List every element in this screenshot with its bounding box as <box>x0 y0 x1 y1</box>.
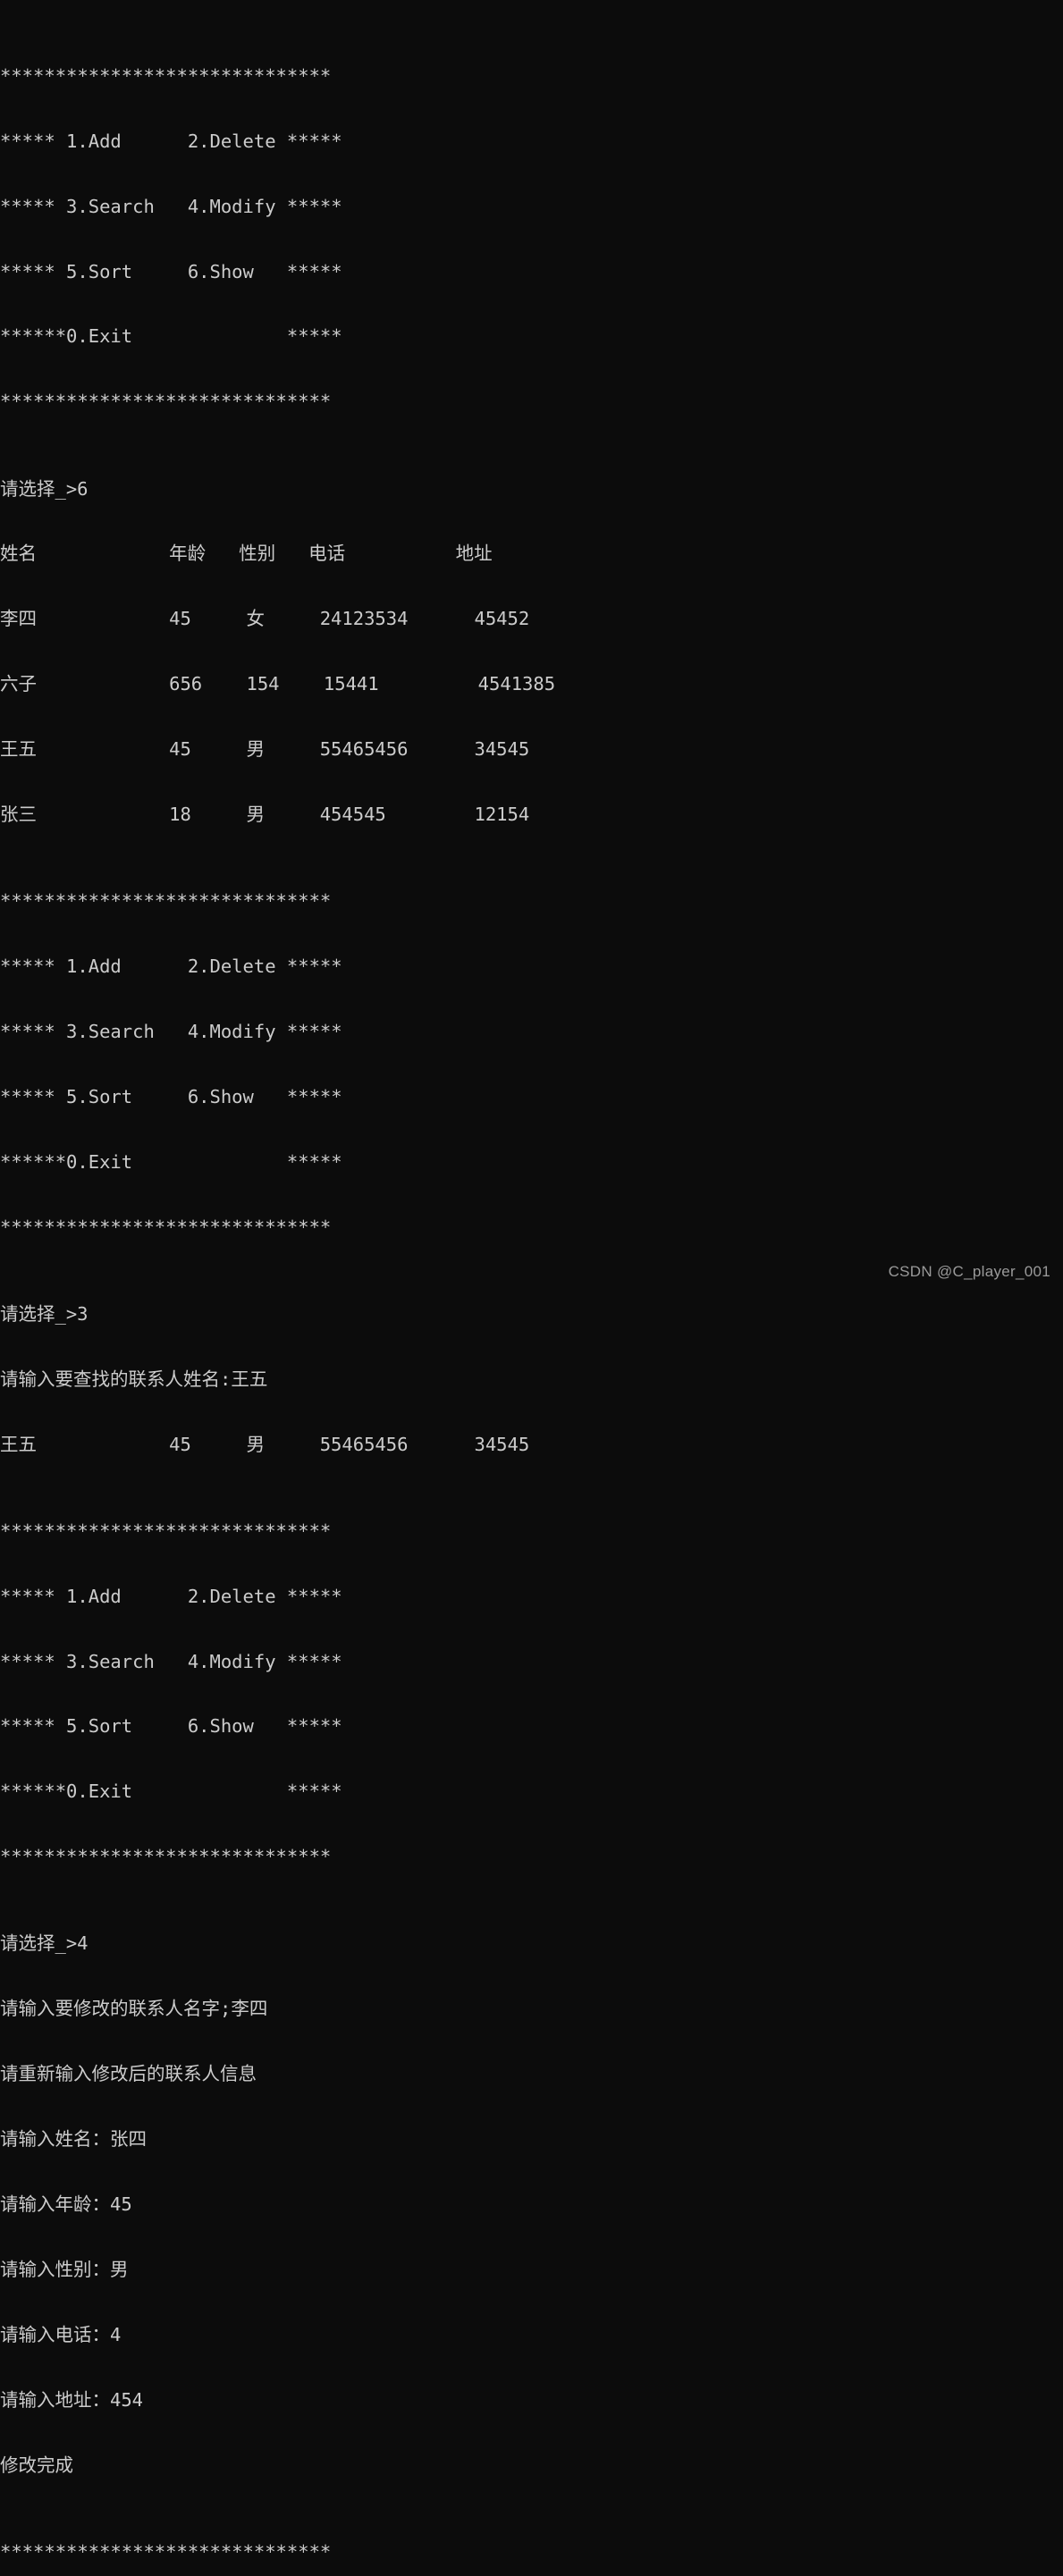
table-row: 李四 45 女 24123534 45452 <box>0 608 530 630</box>
menu-border-bottom-3: ****************************** <box>0 1846 332 1868</box>
menu-row-search-modify-1[interactable]: ***** 3.Search 4.Modify ***** <box>0 196 1063 217</box>
menu-row-sort-show-3[interactable]: ***** 5.Sort 6.Show ***** <box>0 1715 1063 1737</box>
input-tel-line[interactable]: 请输入电话：4 <box>0 2324 1063 2345</box>
prompt-choose-6-first[interactable]: 请选择_>6 <box>0 478 1063 500</box>
menu-row-sort-show-1[interactable]: ***** 5.Sort 6.Show ***** <box>0 261 1063 282</box>
menu-row-sort-show-2[interactable]: ***** 5.Sort 6.Show ***** <box>0 1086 1063 1107</box>
menu-border-top-2: ****************************** <box>0 890 332 913</box>
table-header-before: 姓名 年龄 性别 电话 地址 <box>0 543 493 565</box>
table-row: 王五 45 男 55465456 34545 <box>0 738 530 761</box>
menu-row-add-delete-2[interactable]: ***** 1.Add 2.Delete ***** <box>0 955 1063 977</box>
menu-row-exit-2[interactable]: ******0.Exit ***** <box>0 1151 1063 1173</box>
search-result-row: 王五 45 男 55465456 34545 <box>0 1433 530 1455</box>
menu-row-add-delete-3[interactable]: ***** 1.Add 2.Delete ***** <box>0 1586 1063 1607</box>
menu-border-top-1: ****************************** <box>0 64 332 87</box>
menu-row-search-modify-3[interactable]: ***** 3.Search 4.Modify ***** <box>0 1651 1063 1672</box>
input-addr-line[interactable]: 请输入地址：454 <box>0 2389 1063 2411</box>
menu-row-exit-1[interactable]: ******0.Exit ***** <box>0 325 1063 347</box>
input-name-line[interactable]: 请输入姓名：张四 <box>0 2128 1063 2150</box>
menu-border-bottom-2: ****************************** <box>0 1216 332 1238</box>
menu-row-exit-3[interactable]: ******0.Exit ***** <box>0 1780 1063 1802</box>
input-sex-line[interactable]: 请输入性别：男 <box>0 2259 1063 2280</box>
console-window: ****************************** ***** 1.A… <box>0 0 1063 2563</box>
modify-done-message: 修改完成 <box>0 2454 73 2476</box>
prompt-choose-3[interactable]: 请选择_>3 <box>0 1303 1063 1325</box>
table-row: 六子 656 154 15441 4541385 <box>0 673 556 695</box>
menu-border-top-4: ****************************** <box>0 2540 332 2563</box>
menu-border-top-3: ****************************** <box>0 1520 332 1542</box>
menu-row-search-modify-2[interactable]: ***** 3.Search 4.Modify ***** <box>0 1021 1063 1042</box>
prompt-modify-name[interactable]: 请输入要修改的联系人名字;李四 <box>0 1998 1063 2019</box>
table-row: 张三 18 男 454545 12154 <box>0 803 530 825</box>
input-age-line[interactable]: 请输入年龄：45 <box>0 2193 1063 2215</box>
prompt-choose-4[interactable]: 请选择_>4 <box>0 1932 1063 1954</box>
csdn-watermark: CSDN @C_player_001 <box>888 1263 1050 1280</box>
menu-border-bottom-1: ****************************** <box>0 391 332 413</box>
menu-row-add-delete-1[interactable]: ***** 1.Add 2.Delete ***** <box>0 130 1063 152</box>
prompt-search-name[interactable]: 请输入要查找的联系人姓名:王五 <box>0 1368 1063 1390</box>
prompt-modify-reenter: 请重新输入修改后的联系人信息 <box>0 2063 257 2085</box>
